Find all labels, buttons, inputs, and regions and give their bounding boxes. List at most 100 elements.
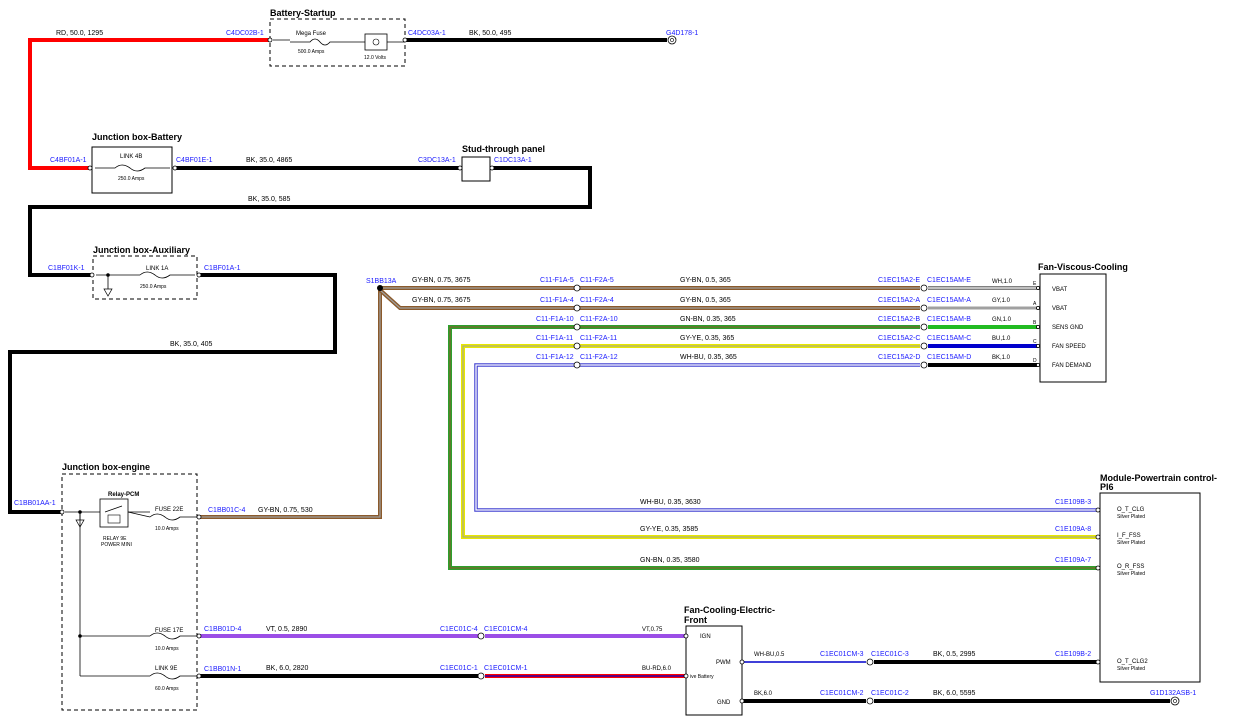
fan-cooling-electric-front[interactable]: Fan-Cooling-Electric- Front IGN PWM ive … [684, 605, 775, 716]
wire-label: BK, 35.0, 4865 [246, 157, 292, 164]
connector-label: C1DC13A-1 [494, 157, 532, 164]
fan-front-pin-gnd: GND [717, 700, 731, 706]
connector-label: C1E109A-7 [1055, 557, 1091, 564]
connector-label: C1EC01CM-3 [820, 651, 864, 658]
wire-label: VT, 0.5, 2890 [266, 626, 307, 633]
pin-letter: D [1033, 358, 1037, 364]
wire-label: WH,1.0 [992, 279, 1013, 285]
link-4b-rating: 250.0 Amps [118, 176, 145, 182]
mega-fuse-label: Mega Fuse [296, 31, 327, 37]
connector-label: C1E109B-3 [1055, 499, 1091, 506]
pcm-title-2: PI6 [1100, 482, 1114, 492]
connector-label: C1BB01C-4 [208, 507, 245, 514]
pcm-title-1: Module-Powertrain control- [1100, 473, 1217, 483]
wire-label: GY-BN, 0.75, 530 [258, 507, 313, 514]
connector-label: C11-F1A-10 [536, 316, 574, 323]
fan-front-title-1: Fan-Cooling-Electric- [684, 605, 775, 615]
junction-box-auxiliary[interactable]: Junction box-Auxiliary LINK 1A 250.0 Amp… [92, 245, 198, 300]
connector-label: C1E109B-2 [1055, 651, 1091, 658]
wire-label: GY,1.0 [992, 298, 1011, 304]
stud-panel-title: Stud-through panel [462, 144, 545, 154]
wire-label: GN-BN, 0.35, 3580 [640, 557, 700, 564]
battery-icon [364, 33, 388, 51]
connector-label: G4D178-1 [666, 30, 698, 37]
battery-startup[interactable]: Battery-Startup Mega Fuse 500.0 Amps 12.… [269, 8, 406, 67]
fuse-22e-rating: 10.0 Amps [155, 526, 179, 532]
connector-label: C3DC13A-1 [418, 157, 456, 164]
splice-s1bb13a[interactable] [377, 285, 383, 291]
wire-label: GY-YE, 0.35, 365 [680, 335, 734, 342]
wire-label: WH-BU, 0.35, 365 [680, 354, 737, 361]
fan-front-pin-battery: ive Battery [690, 674, 714, 680]
fan-viscous-cooling[interactable]: Fan-Viscous-Cooling VBAT VBAT SENS GND F… [1033, 262, 1128, 383]
connector-label: C11-F1A-12 [536, 354, 574, 361]
link-9e-label: LINK 9E [155, 666, 177, 672]
wire-label: RD, 50.0, 1295 [56, 30, 103, 37]
connector-label: C1EC01C-2 [871, 690, 909, 697]
connector-label: C4DC02B-1 [226, 30, 264, 37]
fuse-22e-label: FUSE 22E [155, 507, 183, 513]
connector-label: C1EC01CM-4 [484, 626, 528, 633]
wire-label: GN-BN, 0.35, 365 [680, 316, 736, 323]
connector-label: C11-F2A-12 [580, 354, 618, 361]
connector-label: C1BF01A-1 [204, 265, 241, 272]
connector-label: C11-F1A-11 [536, 335, 573, 342]
fan-viscous-title: Fan-Viscous-Cooling [1038, 262, 1128, 272]
wire-label: BU-RD,6.0 [642, 666, 672, 672]
fan-viscous-pin-sensgnd: SENS GND [1052, 325, 1084, 331]
wire-gy-bn-530[interactable] [200, 288, 382, 519]
connector-label: C1EC01CM-2 [820, 690, 864, 697]
wire-label: BK, 35.0, 585 [248, 196, 291, 203]
connector-label: C11-F2A-4 [580, 297, 614, 304]
connector-label: C11-F2A-11 [580, 335, 617, 342]
connector-label: C1EC15AM-E [927, 277, 971, 284]
connector-label: C1EC15AM-D [927, 354, 971, 361]
fan-front-pin-pwm: PWM [716, 660, 731, 666]
wire-label: BK, 50.0, 495 [469, 30, 512, 37]
link-1a-rating: 250.0 Amps [140, 284, 167, 290]
link-1a-label: LINK 1A [146, 266, 168, 272]
connector-label: C1BF01K-1 [48, 265, 85, 272]
fuse-17e-rating: 10.0 Amps [155, 646, 179, 652]
connector-label: C1EC01C-1 [440, 665, 478, 672]
ground-g1d132-icon[interactable] [1170, 696, 1180, 706]
connector-label: C1EC15A2-C [878, 335, 920, 342]
jb-engine-title: Junction box-engine [62, 462, 150, 472]
wire-label: VT,0.75 [642, 627, 663, 633]
battery-voltage: 12.0 Volts [364, 55, 386, 61]
connector-label: C1EC15AM-B [927, 316, 971, 323]
junction-box-battery[interactable]: Junction box-Battery LINK 4B 250.0 Amps [91, 132, 182, 194]
wire-label: BK,6.0 [754, 691, 773, 697]
module-powertrain-control[interactable]: Module-Powertrain control- PI6 O_T_CLG S… [1099, 473, 1217, 683]
connector-label: G1D132ASB-1 [1150, 690, 1196, 697]
pcm-pin-o-t-clg: O_T_CLG [1117, 507, 1145, 513]
connector-label: C1EC15AM-C [927, 335, 971, 342]
connector-label: C11-F1A-4 [540, 297, 574, 304]
splice-label: S1BB13A [366, 278, 397, 285]
wire-label: BK, 6.0, 5595 [933, 690, 976, 697]
connector-label: C11-F2A-5 [580, 277, 614, 284]
connector-label: C1EC15A2-A [878, 297, 920, 304]
relay-pcm-label: Relay-PCM [108, 492, 139, 498]
connector-label: C1EC01CM-1 [484, 665, 528, 672]
connector-label: C1EC15AM-A [927, 297, 971, 304]
pcm-plated: Silver Plated [1117, 571, 1145, 577]
wire-label: GY-BN, 0.5, 365 [680, 297, 731, 304]
pcm-plated: Silver Plated [1117, 540, 1145, 546]
wire-label: GY-BN, 0.5, 365 [680, 277, 731, 284]
pcm-plated: Silver Plated [1117, 514, 1145, 520]
wire-label: BU,1.0 [992, 336, 1011, 342]
connector-label: C11-F2A-10 [580, 316, 618, 323]
ground-g4d178-icon[interactable] [667, 35, 677, 45]
wire-wh-bu[interactable] [474, 363, 1098, 512]
pin-letter: E [1033, 281, 1037, 287]
wire-label: GN,1.0 [992, 317, 1012, 323]
wiring-diagram: Battery-Startup Mega Fuse 500.0 Amps 12.… [8, 8, 1217, 716]
pcm-pin-i-f-fss: I_F_FSS [1117, 533, 1141, 539]
link-9e-rating: 60.0 Amps [155, 686, 179, 692]
junction-box-engine[interactable]: Junction box-engine Relay-PCM RELAY 9E P… [61, 462, 198, 711]
pin-letter: C [1033, 339, 1037, 345]
connector-label: C1EC15A2-B [878, 316, 920, 323]
connector-label: C1EC01C-4 [440, 626, 478, 633]
pin-letter: A [1033, 301, 1037, 307]
